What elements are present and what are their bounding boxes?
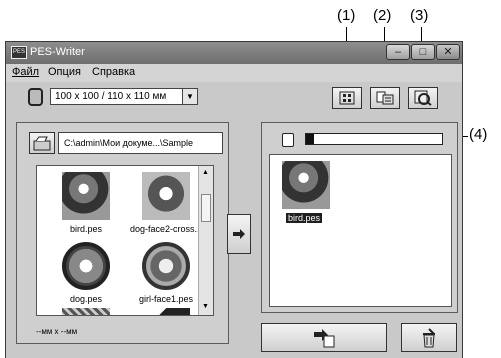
maximize-button[interactable]: □ (411, 44, 435, 60)
menu-file[interactable]: Файл (12, 66, 39, 78)
dog-thumbnail (62, 242, 110, 290)
card-panel: bird.pes (261, 122, 458, 313)
source-file-list: bird.pes dog-face2-cross... dog.pes girl… (36, 165, 214, 316)
card-file-list: bird.pes (269, 154, 452, 307)
trash-icon (423, 327, 435, 347)
close-button[interactable]: ✕ (436, 44, 460, 60)
file-name: dog-face2-cross... (129, 224, 203, 234)
hoop-size-select[interactable]: 100 x 100 / 110 x 110 мм ▼ (50, 88, 198, 105)
grid-icon (339, 91, 355, 105)
app-icon: PES (11, 46, 27, 59)
callout-4: (4) (469, 126, 488, 143)
scrollbar[interactable]: ▲ ▼ (198, 166, 213, 315)
bird-thumbnail (62, 172, 110, 220)
menu-option[interactable]: Опция (48, 66, 81, 78)
scroll-down-icon[interactable]: ▼ (202, 303, 209, 310)
write-to-card-button[interactable] (261, 323, 387, 352)
hoop-layout-button[interactable] (332, 87, 362, 109)
folder-path-field[interactable]: C:\admin\Мои докуме...\Sample (58, 132, 223, 154)
callout-1: (1) (337, 7, 356, 24)
girl-face-thumbnail (142, 242, 190, 290)
menu-bar: Файл Опция Справка (6, 64, 462, 82)
preview-button[interactable] (408, 87, 438, 109)
transfer-button[interactable] (227, 214, 251, 254)
scrollbar-thumb[interactable] (201, 194, 211, 222)
card-capacity-bar (305, 133, 443, 145)
file-name: girl-face1.pes (138, 294, 194, 304)
partial-thumbnail (142, 308, 190, 315)
bird-thumbnail (282, 161, 330, 209)
browse-folder-button[interactable] (29, 132, 55, 154)
card-list-icon (376, 91, 394, 105)
arrow-right-icon (233, 229, 245, 239)
file-name: dog.pes (69, 294, 103, 304)
list-item[interactable]: bird.pes (276, 161, 336, 223)
minimize-button[interactable]: – (386, 44, 410, 60)
dog-face-thumbnail (142, 172, 190, 220)
folder-path: C:\admin\Мои докуме...\Sample (64, 138, 194, 148)
card-list-button[interactable] (370, 87, 400, 109)
chevron-down-icon: ▼ (182, 89, 197, 104)
list-item[interactable]: dog.pes (45, 242, 127, 304)
file-name: bird.pes (69, 224, 103, 234)
file-name-selected: bird.pes (286, 213, 323, 223)
window-title: PES-Writer (30, 46, 85, 58)
title-bar: PES PES-Writer – □ ✕ (6, 42, 462, 64)
partial-thumbnail (62, 308, 110, 315)
list-item[interactable]: bird.pes (45, 172, 127, 234)
hoop-icon (28, 88, 43, 106)
folder-icon (33, 136, 51, 151)
card-capacity-fill (306, 134, 315, 144)
menu-help[interactable]: Справка (92, 66, 135, 78)
delete-button[interactable] (401, 323, 457, 352)
write-card-icon (314, 328, 335, 347)
app-window: PES PES-Writer – □ ✕ Файл Опция Справка … (5, 41, 463, 358)
card-icon (282, 133, 294, 147)
design-size-label: --мм x --мм (36, 327, 78, 336)
callout-2: (2) (373, 7, 392, 24)
list-item[interactable]: dog-face2-cross... (125, 172, 207, 234)
scroll-up-icon[interactable]: ▲ (202, 169, 209, 176)
list-item[interactable]: girl-face1.pes (125, 242, 207, 304)
hoop-size-value: 100 x 100 / 110 x 110 мм (55, 91, 167, 102)
source-panel: C:\admin\Мои докуме...\Sample bird.pes d… (16, 122, 229, 344)
magnifier-icon (414, 90, 432, 106)
callout-3: (3) (410, 7, 429, 24)
